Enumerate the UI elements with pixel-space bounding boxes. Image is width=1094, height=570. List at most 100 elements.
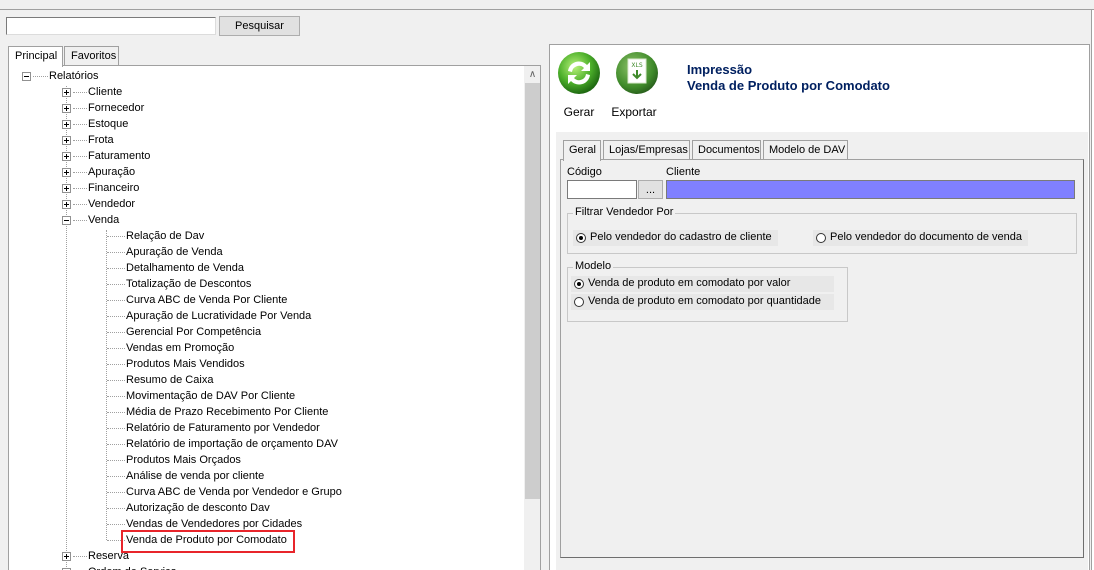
expand-icon[interactable] [62, 104, 71, 113]
client-lookup-button[interactable]: ... [638, 180, 663, 199]
tab-lojas-empresas[interactable]: Lojas/Empresas [603, 140, 690, 160]
tree-label: Relatórios [49, 70, 99, 82]
tree-label: Gerencial Por Competência [126, 326, 262, 338]
expand-icon[interactable] [62, 120, 71, 129]
tree-node-group[interactable]: Fornecedor [62, 100, 202, 116]
search-input[interactable] [6, 17, 216, 35]
collapse-icon[interactable] [62, 216, 71, 225]
tree-leaf-report[interactable]: Movimentação de DAV Por Cliente [106, 388, 366, 404]
code-label: Código [567, 166, 602, 178]
expand-icon[interactable] [62, 200, 71, 209]
tree-node-group[interactable]: Faturamento [62, 148, 202, 164]
tree-label: Cliente [88, 86, 123, 98]
tree-node-group[interactable]: Ordem de Serviço [62, 564, 202, 570]
export-badge: XLS [631, 62, 642, 69]
tree-label: Apuração de Lucratividade Por Venda [126, 310, 312, 322]
expand-icon[interactable] [62, 152, 71, 161]
radio-selected-icon [574, 279, 584, 289]
tab-geral[interactable]: Geral [563, 140, 601, 161]
radio-vendor-client[interactable]: Pelo vendedor do cadastro de cliente [573, 230, 778, 246]
tree-node-group[interactable]: Estoque [62, 116, 202, 132]
tree-leaf-report[interactable]: Autorização de desconto Dav [106, 500, 366, 516]
tab-favoritos[interactable]: Favoritos [64, 46, 119, 66]
client-field[interactable] [666, 180, 1075, 199]
title-bar-strip [0, 0, 1094, 10]
tree-label: Produtos Mais Orçados [126, 454, 241, 466]
tree-label: Produtos Mais Vendidos [126, 358, 245, 370]
report-tree: Relatórios Cliente Fornecedor Estoque Frota… [8, 65, 541, 570]
expand-icon[interactable] [62, 136, 71, 145]
filter-vendor-title: Filtrar Vendedor Por [573, 206, 676, 218]
tree-leaf-report[interactable]: Curva ABC de Venda por Vendedor e Grupo [106, 484, 366, 500]
excel-export-icon: XLS [615, 52, 658, 94]
radio-selected-icon [576, 233, 586, 243]
tree-scrollbar[interactable]: ∧ [524, 66, 540, 570]
tree-node-group[interactable]: Venda [62, 212, 202, 228]
tree-leaf-report[interactable]: Relatório de importação de orçamento DAV [106, 436, 366, 452]
tree-leaf-report[interactable]: Apuração de Venda [106, 244, 366, 260]
tree-label: Apuração [88, 166, 136, 178]
expand-icon[interactable] [62, 168, 71, 177]
tree-leaf-report[interactable]: Análise de venda por cliente [106, 468, 366, 484]
tree-leaf-report[interactable]: Produtos Mais Orçados [106, 452, 366, 468]
search-button[interactable]: Pesquisar [219, 16, 300, 36]
tree-label: Curva ABC de Venda por Vendedor e Grupo [126, 486, 342, 498]
tree-leaf-report[interactable]: Gerencial Por Competência [106, 324, 366, 340]
tree-node-group[interactable]: Vendedor [62, 196, 202, 212]
radio-model-value[interactable]: Venda de produto em comodato por valor [571, 276, 834, 292]
expand-icon[interactable] [62, 88, 71, 97]
scroll-thumb[interactable] [525, 83, 540, 499]
scroll-up-arrow-icon[interactable]: ∧ [524, 66, 540, 83]
tree-leaf-report[interactable]: Totalização de Descontos [106, 276, 366, 292]
expand-icon[interactable] [62, 184, 71, 193]
tree-node-group[interactable]: Apuração [62, 164, 202, 180]
tab-principal[interactable]: Principal [8, 46, 63, 67]
tree-label: Apuração de Venda [126, 246, 223, 258]
tree-leaf-report[interactable]: Detalhamento de Venda [106, 260, 366, 276]
expand-icon[interactable] [62, 552, 71, 561]
tree-label: Vendedor [88, 198, 136, 210]
radio-label: Venda de produto em comodato por quantid… [588, 295, 822, 307]
page-title: Impressão Venda de Produto por Comodato [687, 62, 890, 94]
radio-vendor-document[interactable]: Pelo vendedor do documento de venda [813, 230, 1029, 246]
tree-node-group[interactable]: Financeiro [62, 180, 202, 196]
tab-modelo-dav[interactable]: Modelo de DAV [763, 140, 848, 160]
tree-label: Média de Prazo Recebimento Por Cliente [126, 406, 329, 418]
tree-node-group[interactable]: Cliente [62, 84, 202, 100]
page-title-line1: Impressão [687, 62, 753, 77]
tree-leaf-report[interactable]: Curva ABC de Venda Por Cliente [106, 292, 366, 308]
tree-node-group[interactable]: Frota [62, 132, 202, 148]
model-title: Modelo [573, 260, 614, 272]
tree-label: Estoque [88, 118, 129, 130]
tree-leaf-report[interactable]: Apuração de Lucratividade Por Venda [106, 308, 366, 324]
tree-leaf-report[interactable]: Vendas em Promoção [106, 340, 366, 356]
tab-documentos[interactable]: Documentos [692, 140, 761, 160]
client-label: Cliente [666, 166, 701, 178]
radio-label: Venda de produto em comodato por valor [588, 277, 791, 289]
tree-leaf-report[interactable]: Relação de Dav [106, 228, 366, 244]
collapse-icon[interactable] [22, 72, 31, 81]
radio-unselected-icon [816, 233, 826, 243]
tree-leaf-report[interactable]: Relatório de Faturamento por Vendedor [106, 420, 366, 436]
tree-label: Totalização de Descontos [126, 278, 252, 290]
tree-label: Ordem de Serviço [88, 564, 177, 570]
tree-label: Curva ABC de Venda Por Cliente [126, 294, 288, 306]
refresh-icon [558, 52, 600, 94]
export-button[interactable]: XLS Exportar [606, 49, 662, 121]
generate-button[interactable]: Gerar [556, 49, 602, 121]
tree-leaf-report[interactable]: Resumo de Caixa [106, 372, 366, 388]
radio-model-quantity[interactable]: Venda de produto em comodato por quantid… [571, 294, 834, 310]
code-field[interactable] [567, 180, 637, 199]
tree-leaf-report[interactable]: Média de Prazo Recebimento Por Cliente [106, 404, 366, 420]
tree-label: Autorização de desconto Dav [126, 502, 270, 514]
tree-label: Relatório de importação de orçamento DAV [126, 438, 338, 450]
radio-label: Pelo vendedor do cadastro de cliente [590, 231, 772, 243]
tree-label: Relação de Dav [126, 230, 205, 242]
tree-leaf-report[interactable]: Produtos Mais Vendidos [106, 356, 366, 372]
generate-label: Gerar [563, 105, 595, 119]
tree-label: Relatório de Faturamento por Vendedor [126, 422, 320, 434]
tree-label: Venda [88, 214, 120, 226]
tree-label: Movimentação de DAV Por Cliente [126, 390, 296, 402]
tree-label: Frota [88, 134, 114, 146]
tree-node-relatorios[interactable]: Relatórios [22, 68, 142, 84]
